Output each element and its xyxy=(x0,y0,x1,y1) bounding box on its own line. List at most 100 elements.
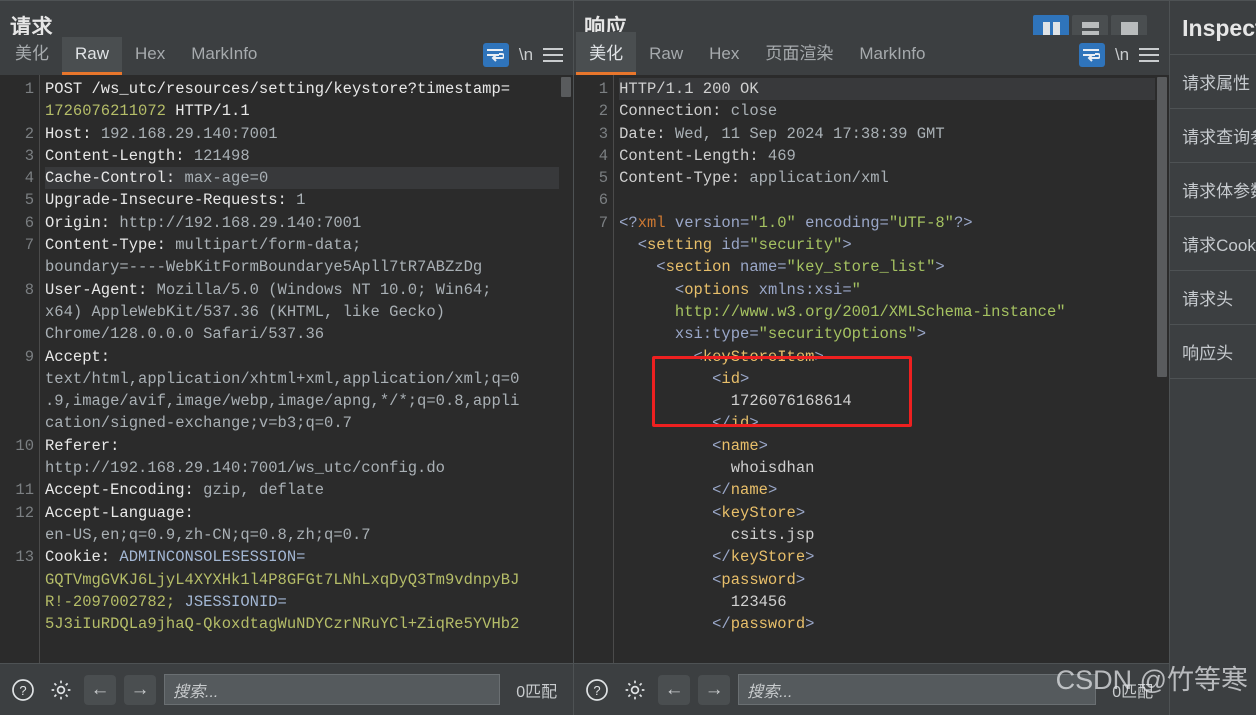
response-tab-raw[interactable]: Raw xyxy=(636,37,696,75)
code-line: GQTVmgGVKJ6LjyL4XYXHk1l4P8GFGt7LNhLxqDyQ… xyxy=(45,570,520,589)
code-line: 1726076168614 xyxy=(619,392,852,411)
code-line: Cache-Control: max-age=0 xyxy=(45,167,574,190)
code-line: <options xmlns:xsi=" xyxy=(619,280,861,299)
response-vertical-scrollbar[interactable] xyxy=(1155,75,1170,663)
code-line: </password> xyxy=(619,615,815,634)
code-line: Host: 192.168.29.140:7001 xyxy=(45,124,278,143)
code-line: http://192.168.29.140:7001/ws_utc/config… xyxy=(45,459,445,478)
word-wrap-icon[interactable] xyxy=(1078,43,1105,67)
svg-text:?: ? xyxy=(19,683,26,698)
code-line: Content-Length: 121498 xyxy=(45,146,250,165)
inspector-item-request-headers[interactable]: 请求头 xyxy=(1170,271,1256,325)
code-line: en-US,en;q=0.9,zh-CN;q=0.8,zh;q=0.7 xyxy=(45,525,371,544)
code-line: <name> xyxy=(619,436,768,455)
response-tab-tools: \n xyxy=(1078,43,1169,75)
code-line: Content-Type: application/xml xyxy=(619,169,889,188)
inspector-item-request-body-params[interactable]: 请求体参数 xyxy=(1170,163,1256,217)
code-line: Accept-Encoding: gzip, deflate xyxy=(45,481,325,500)
code-line: 1726076211072 HTTP/1.1 xyxy=(45,102,250,121)
code-line: Origin: http://192.168.29.140:7001 xyxy=(45,213,362,232)
code-line: .9,image/avif,image/webp,image/apng,*/*;… xyxy=(45,392,520,411)
response-pane: 响应 美化 Raw Hex 页面渲染 MarkInfo \n 1 2 3 4 5… xyxy=(573,0,1170,715)
code-line: text/html,application/xhtml+xml,applicat… xyxy=(45,369,520,388)
code-line: HTTP/1.1 200 OK xyxy=(619,78,1170,101)
inspector-item-request-query-params[interactable]: 请求查询参数 xyxy=(1170,109,1256,163)
help-icon[interactable]: ? xyxy=(8,675,38,705)
request-vertical-scrollbar[interactable] xyxy=(559,75,574,663)
inspector-title: Inspector xyxy=(1170,1,1256,55)
code-line: 5J3iIuRDQLa9jhaQ-QkoxdtagWuNDYCzrNRuYCl+… xyxy=(45,615,520,634)
code-line: x64) AppleWebKit/537.36 (KHTML, like Gec… xyxy=(45,302,445,321)
response-search-input[interactable]: 搜索... xyxy=(738,674,1097,705)
code-line: </name> xyxy=(619,481,778,500)
code-line: </id> xyxy=(619,414,759,433)
response-tab-page-render[interactable]: 页面渲染 xyxy=(752,32,846,75)
inspector-item-request-properties[interactable]: 请求属性 xyxy=(1170,55,1256,109)
request-match-count: 0匹配 xyxy=(516,683,558,701)
request-code-lines[interactable]: POST /ws_utc/resources/setting/keystore?… xyxy=(40,75,574,663)
code-line: <setting id="security"> xyxy=(619,236,852,255)
code-line: 123456 xyxy=(619,592,787,611)
code-line: User-Agent: Mozilla/5.0 (Windows NT 10.0… xyxy=(45,280,492,299)
find-prev-button[interactable]: ← xyxy=(658,674,691,705)
request-code-area[interactable]: 1 234567 8 9 10 11 12 13 POST /ws_utc/res… xyxy=(0,75,574,663)
code-line: <section name="key_store_list"> xyxy=(619,258,945,277)
code-line: csits.jsp xyxy=(619,525,815,544)
response-pane-title: 响应 xyxy=(574,1,1170,43)
code-line: Content-Type: multipart/form-data; xyxy=(45,236,362,255)
word-wrap-icon[interactable] xyxy=(482,43,509,67)
code-line: <id> xyxy=(619,369,750,388)
gear-icon[interactable] xyxy=(620,675,650,705)
response-match-count: 0匹配 xyxy=(1112,683,1154,701)
request-tabbar: 美化 Raw Hex MarkInfo \n xyxy=(0,32,574,75)
code-line: Content-Length: 469 xyxy=(619,146,796,165)
request-menu-icon[interactable] xyxy=(543,48,564,62)
code-line: <keyStoreItem> xyxy=(619,347,824,366)
response-findbar: ? ← → 搜索... 0匹配 xyxy=(574,663,1170,715)
newline-toggle-icon[interactable]: \n xyxy=(519,45,533,65)
inspector-item-response-headers[interactable]: 响应头 xyxy=(1170,325,1256,379)
request-tab-hex[interactable]: Hex xyxy=(122,37,178,75)
code-line: cation/signed-exchange;v=b3;q=0.7 xyxy=(45,414,352,433)
code-line: Cookie: ADMINCONSOLESESSION= xyxy=(45,548,306,567)
newline-toggle-icon[interactable]: \n xyxy=(1115,45,1129,65)
request-findbar: ? ← → 搜索... 0匹配 xyxy=(0,663,574,715)
code-line: <keyStore> xyxy=(619,503,806,522)
code-line: boundary=----WebKitFormBoundarye5Apll7tR… xyxy=(45,258,483,277)
code-line: Accept: xyxy=(45,347,111,366)
response-tab-hex[interactable]: Hex xyxy=(696,37,752,75)
response-code-lines[interactable]: HTTP/1.1 200 OK Connection: close Date: We… xyxy=(614,75,1170,663)
code-line: Connection: close xyxy=(619,102,778,121)
find-next-button[interactable]: → xyxy=(124,674,156,705)
response-menu-icon[interactable] xyxy=(1139,48,1160,62)
response-line-gutter: 1234567 xyxy=(574,75,615,663)
code-line: Date: Wed, 11 Sep 2024 17:38:39 GMT xyxy=(619,124,945,143)
help-icon[interactable]: ? xyxy=(582,675,612,705)
code-line: </keyStore> xyxy=(619,548,815,567)
inspector-sidebar: Inspector 请求属性 请求查询参数 请求体参数 请求Cookie 请求头… xyxy=(1169,0,1256,715)
code-line: xsi:type="securityOptions"> xyxy=(619,325,927,344)
response-tab-beautify[interactable]: 美化 xyxy=(576,32,637,75)
svg-text:?: ? xyxy=(593,683,600,698)
inspector-item-request-cookie[interactable]: 请求Cookie xyxy=(1170,217,1256,271)
code-line: Accept-Language: xyxy=(45,503,194,522)
code-line: R!-2097002782; JSESSIONID= xyxy=(45,592,287,611)
code-line: Upgrade-Insecure-Requests: 1 xyxy=(45,191,306,210)
code-line: http://www.w3.org/2001/XMLSchema-instanc… xyxy=(619,302,1066,321)
request-tab-tools: \n xyxy=(482,43,573,75)
request-tab-raw[interactable]: Raw xyxy=(62,37,123,75)
response-tabbar: 美化 Raw Hex 页面渲染 MarkInfo \n xyxy=(574,32,1170,75)
find-prev-button[interactable]: ← xyxy=(84,674,116,705)
code-line: POST /ws_utc/resources/setting/keystore?… xyxy=(45,80,511,98)
code-line: Chrome/128.0.0.0 Safari/537.36 xyxy=(45,325,325,344)
find-next-button[interactable]: → xyxy=(698,674,731,705)
request-tab-beautify[interactable]: 美化 xyxy=(2,32,62,75)
response-tab-markinfo[interactable]: MarkInfo xyxy=(846,37,938,75)
gear-icon[interactable] xyxy=(46,675,76,705)
request-pane: 请求 美化 Raw Hex MarkInfo \n 1 2 3 4 5 6 7 … xyxy=(0,0,574,715)
request-search-input[interactable]: 搜索... xyxy=(164,674,501,705)
response-code-area[interactable]: 1234567 HTTP/1.1 200 OK Connection: close… xyxy=(574,75,1170,663)
request-tab-markinfo[interactable]: MarkInfo xyxy=(178,37,270,75)
request-line-gutter: 1 234567 8 9 10 11 12 13 xyxy=(0,75,40,663)
